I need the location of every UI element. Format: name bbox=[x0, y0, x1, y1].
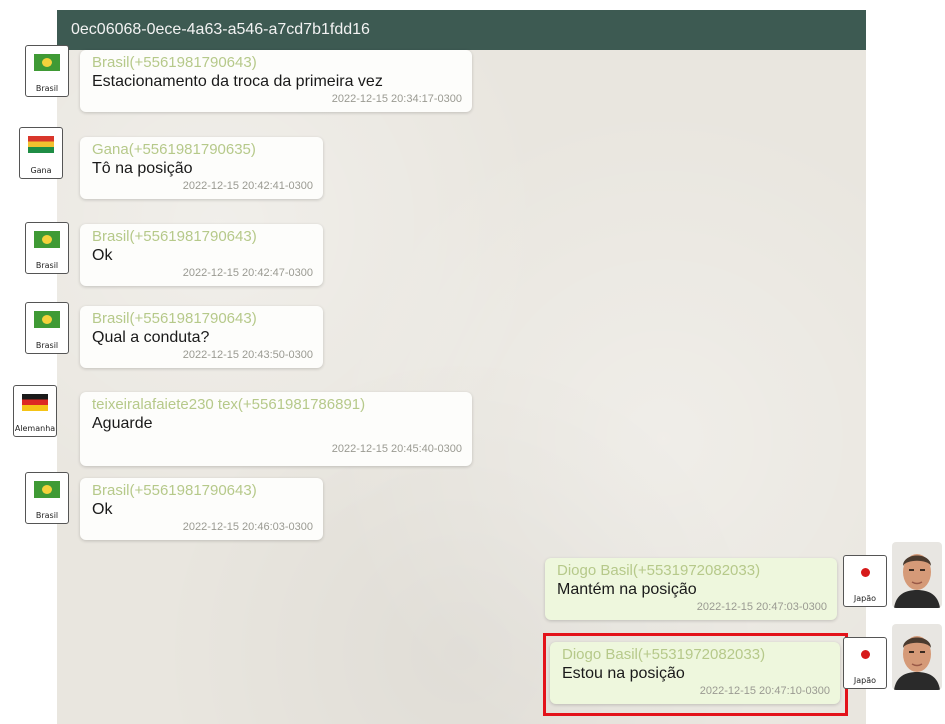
brazil-flag-icon bbox=[34, 311, 60, 328]
message-sender: Brasil(+5561981790643) bbox=[92, 228, 257, 245]
message-sender: Brasil(+5561981790643) bbox=[92, 482, 257, 499]
message-bubble[interactable]: Brasil(+5561981790643) Estacionamento da… bbox=[80, 50, 472, 112]
japan-flag-icon bbox=[852, 646, 878, 663]
message-sender: teixeiralafaiete230 tex(+5561981786891) bbox=[92, 396, 366, 413]
message-text: Ok bbox=[92, 247, 113, 264]
country-label: Brasil bbox=[35, 341, 59, 350]
message-sender: Gana(+5561981790635) bbox=[92, 141, 256, 158]
message-timestamp: 2022-12-15 20:42:41-0300 bbox=[182, 180, 313, 192]
country-label: Japão bbox=[853, 594, 877, 603]
message-text: Estacionamento da troca da primeira vez bbox=[92, 73, 383, 90]
message-bubble[interactable]: Brasil(+5561981790643) Ok 2022-12-15 20:… bbox=[80, 224, 323, 286]
brazil-flag-icon bbox=[34, 54, 60, 71]
ghana-flag-icon bbox=[28, 136, 54, 153]
message-timestamp: 2022-12-15 20:45:40-0300 bbox=[331, 443, 462, 455]
country-avatar[interactable]: Japão bbox=[843, 555, 887, 607]
country-label: Japão bbox=[853, 676, 877, 685]
message-timestamp: 2022-12-15 20:43:50-0300 bbox=[182, 349, 313, 361]
japan-flag-icon bbox=[852, 564, 878, 581]
message-timestamp: 2022-12-15 20:47:03-0300 bbox=[696, 601, 827, 613]
country-avatar[interactable]: Alemanha bbox=[13, 385, 57, 437]
message-text: Ok bbox=[92, 501, 113, 518]
message-sender: Diogo Basil(+5531972082033) bbox=[557, 562, 761, 579]
country-avatar[interactable]: Brasil bbox=[25, 302, 69, 354]
message-timestamp: 2022-12-15 20:46:03-0300 bbox=[182, 521, 313, 533]
country-avatar[interactable]: Brasil bbox=[25, 472, 69, 524]
chat-title: 0ec06068-0ece-4a63-a546-a7cd7b1fdd16 bbox=[57, 10, 866, 50]
country-label: Brasil bbox=[35, 84, 59, 93]
country-label: Gana bbox=[30, 166, 52, 175]
country-avatar[interactable]: Brasil bbox=[25, 45, 69, 97]
highlight-box bbox=[543, 633, 848, 716]
brazil-flag-icon bbox=[34, 481, 60, 498]
germany-flag-icon bbox=[22, 394, 48, 411]
message-timestamp: 2022-12-15 20:42:47-0300 bbox=[182, 267, 313, 279]
message-bubble[interactable]: Brasil(+5561981790643) Qual a conduta? 2… bbox=[80, 306, 323, 368]
message-bubble[interactable]: Diogo Basil(+5531972082033) Mantém na po… bbox=[545, 558, 837, 620]
country-avatar[interactable]: Brasil bbox=[25, 222, 69, 274]
brazil-flag-icon bbox=[34, 231, 60, 248]
message-text: Qual a conduta? bbox=[92, 329, 210, 346]
message-text: Mantém na posição bbox=[557, 581, 697, 598]
message-text: Tô na posição bbox=[92, 160, 193, 177]
message-timestamp: 2022-12-15 20:34:17-0300 bbox=[331, 93, 462, 105]
user-photo-avatar[interactable] bbox=[892, 624, 942, 690]
country-label: Alemanha bbox=[14, 424, 56, 433]
country-avatar[interactable]: Gana bbox=[19, 127, 63, 179]
message-bubble[interactable]: Brasil(+5561981790643) Ok 2022-12-15 20:… bbox=[80, 478, 323, 540]
country-label: Brasil bbox=[35, 261, 59, 270]
message-text: Aguarde bbox=[92, 415, 153, 432]
country-label: Brasil bbox=[35, 511, 59, 520]
message-bubble[interactable]: teixeiralafaiete230 tex(+5561981786891) … bbox=[80, 392, 472, 466]
user-photo-avatar[interactable] bbox=[892, 542, 942, 608]
message-sender: Brasil(+5561981790643) bbox=[92, 310, 257, 327]
message-bubble[interactable]: Gana(+5561981790635) Tô na posição 2022-… bbox=[80, 137, 323, 199]
message-sender: Brasil(+5561981790643) bbox=[92, 54, 257, 71]
country-avatar[interactable]: Japão bbox=[843, 637, 887, 689]
